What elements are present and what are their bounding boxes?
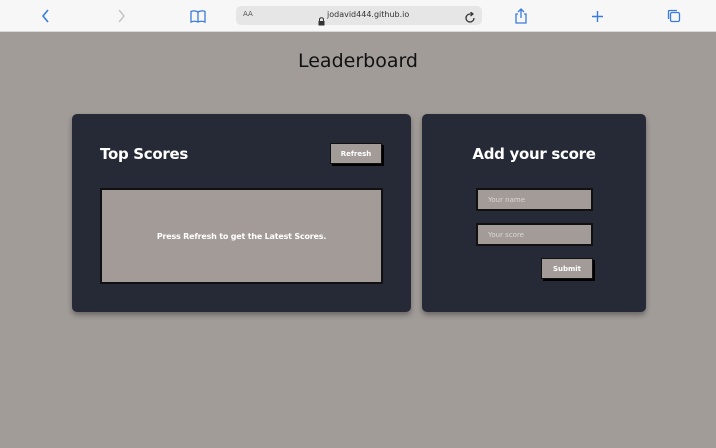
share-icon[interactable] [509, 6, 533, 26]
lock-icon [318, 11, 325, 30]
refresh-button[interactable]: Refresh [330, 143, 382, 164]
scores-list: Press Refresh to get the Latest Scores. [100, 188, 383, 284]
address-bar[interactable]: AA jodavid444.github.io [236, 6, 482, 28]
url-text: jodavid444.github.io [327, 10, 410, 19]
page-title: Leaderboard [297, 50, 418, 72]
top-scores-card: Top Scores Refresh Press Refresh to get … [72, 114, 411, 312]
browser-toolbar: AA jodavid444.github.io [0, 0, 716, 32]
tabs-icon[interactable] [662, 6, 686, 26]
forward-icon[interactable] [109, 6, 133, 26]
bookmarks-icon[interactable] [186, 6, 210, 26]
submit-button[interactable]: Submit [541, 258, 593, 279]
empty-scores-message: Press Refresh to get the Latest Scores. [156, 231, 327, 241]
score-input[interactable] [476, 223, 593, 246]
reader-mode-button[interactable]: AA [243, 10, 253, 18]
back-icon[interactable] [33, 6, 57, 26]
top-scores-title: Top Scores [100, 145, 189, 163]
reload-icon[interactable] [464, 9, 476, 28]
new-tab-icon[interactable] [585, 6, 609, 26]
add-score-card: Add your score Submit [422, 114, 646, 312]
add-score-title: Add your score [472, 145, 596, 163]
name-input[interactable] [476, 188, 593, 211]
